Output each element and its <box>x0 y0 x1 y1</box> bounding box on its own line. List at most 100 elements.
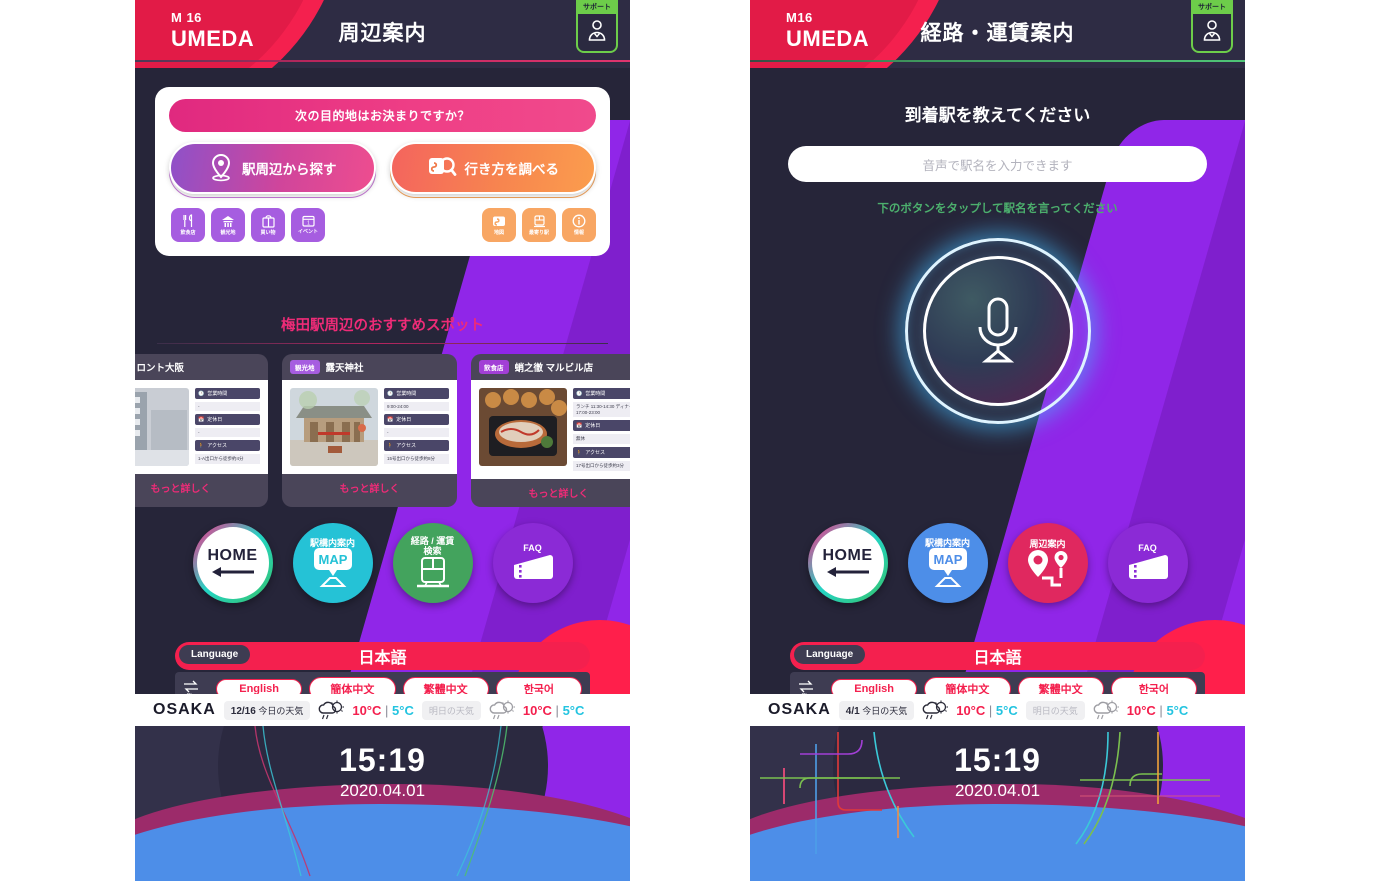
station-code: M 16 <box>171 10 202 25</box>
map-icon <box>492 215 506 228</box>
choice-pill[interactable]: 駅周辺から探す <box>169 142 376 194</box>
temp-separator: | <box>1159 702 1163 718</box>
spot-image <box>479 388 567 466</box>
spot-more-link[interactable]: もっと詳しく <box>135 474 268 502</box>
tomorrow-high: 10°C <box>522 702 552 718</box>
person-support-icon <box>1193 14 1231 46</box>
support-label: サポート <box>1193 0 1231 14</box>
nav-around-guide[interactable]: 周辺案内 <box>1007 523 1088 603</box>
info-value: ランチ 11:30-14:30 ディナー 17:00-23:00 <box>573 402 630 417</box>
nav-home[interactable]: HOME <box>808 523 888 603</box>
spot-card[interactable]: 飲食店 蛸之徹 マルビル店 🕐 営業時間 ランチ 11:30-14:30 ディナー… <box>471 354 630 507</box>
mic-button[interactable] <box>922 256 1073 406</box>
orange-category-icons: 地図 最寄り駅 情報 <box>480 208 596 242</box>
train-icon <box>533 214 546 228</box>
category-info[interactable]: 情報 <box>562 208 596 242</box>
calendar-icon: 📅 <box>387 416 394 423</box>
today-low: 5°C <box>392 702 414 718</box>
category-map[interactable]: 地図 <box>482 208 516 242</box>
nav-home[interactable]: HOME <box>193 523 273 603</box>
category-restaurant[interactable]: 飲食店 <box>171 208 205 242</box>
category-label: 最寄り駅 <box>528 229 549 236</box>
category-event[interactable]: 1 イベント <box>291 208 325 242</box>
category-shopping[interactable]: 買い物 <box>251 208 285 242</box>
info-value: 無休 <box>573 434 630 444</box>
spot-more-link[interactable]: もっと詳しく <box>471 479 630 507</box>
weather-tomorrow-temp: 10°C | 5°C <box>1127 703 1189 718</box>
info-label: 📅 定休日 <box>573 420 630 431</box>
weather-tomorrow-label: 明日の天気 <box>1032 705 1078 716</box>
walk-icon: 🚶 <box>198 442 205 449</box>
station-search-input[interactable]: 音声で駅名を入力できます <box>788 146 1207 182</box>
nav-faq[interactable]: FAQ <box>492 523 573 603</box>
info-value: 9:00-24:00 <box>384 402 449 411</box>
language-current-bar[interactable]: Language 日本語 <box>175 642 590 670</box>
nav-route-fare[interactable]: 経路 / 運賃 検索 <box>392 523 473 603</box>
clock-icon: 🕐 <box>198 390 205 397</box>
spot-name: 蛸之徹 マルビル店 <box>514 363 594 374</box>
choice-search-around-station[interactable]: 次に行く場所が決まっていない 駅周辺から探す <box>169 142 376 198</box>
destination-card: 次の目的地はお決まりですか？ 次に行く場所が決まっていない 駅周辺から探す <box>155 87 610 256</box>
nav-station-map[interactable]: 駅構内案内 MAP <box>292 523 373 603</box>
info-icon <box>572 214 586 228</box>
clock-date: 2020.04.01 <box>954 781 1041 800</box>
right-nav-row: HOME 駅構内案内 MAP 周辺案内 FAQ <box>750 523 1245 603</box>
nav-label: HOME <box>207 547 258 564</box>
map-pin-icon: MAP <box>921 548 975 588</box>
nav-faq[interactable]: FAQ <box>1107 523 1188 603</box>
info-value: 15号出口から徒歩約8分 <box>384 454 449 464</box>
temp-separator: | <box>385 702 389 718</box>
today-high: 10°C <box>956 702 986 718</box>
today-high: 10°C <box>352 702 382 718</box>
walk-icon: 🚶 <box>576 449 583 456</box>
today-low: 5°C <box>995 702 1018 718</box>
mic-button-wrap <box>750 238 1245 424</box>
language-current-bar[interactable]: Language 日本語 <box>790 642 1205 670</box>
tomorrow-low: 5°C <box>562 702 585 718</box>
weather-today-label: 今日の天気 <box>258 705 304 716</box>
nav-station-map[interactable]: 駅構内案内 MAP <box>907 523 988 603</box>
person-support-icon <box>578 14 616 46</box>
category-label: イベント <box>297 229 318 235</box>
choice-find-route[interactable]: 次に行く場所への行き方がわからない 行き方を調べる <box>389 142 596 198</box>
station-logo: M 16 UMEDA <box>171 10 254 51</box>
clock-icon: 🕐 <box>576 390 583 397</box>
weather-city: OSAKA <box>153 701 216 718</box>
rain-sun-icon <box>1093 700 1119 720</box>
temple-icon <box>221 215 235 228</box>
svg-text:1: 1 <box>307 220 310 226</box>
support-button[interactable]: サポート <box>576 0 618 53</box>
nav-caption: 駅構内案内 <box>309 537 355 548</box>
category-label: 観光地 <box>220 229 236 236</box>
info-label: 🕐 営業時間 <box>195 388 260 399</box>
info-label: 🚶 アクセス <box>195 440 260 451</box>
weather-today-temp: 10°C | 5°C <box>352 703 414 718</box>
category-label: 買い物 <box>260 229 276 236</box>
choice-label: 行き方を調べる <box>464 162 560 177</box>
station-code: M16 <box>786 10 813 25</box>
clock-display: 15:19 2020.04.01 <box>135 742 630 801</box>
tomorrow-high: 10°C <box>1126 702 1156 718</box>
weather-tomorrow-temp: 10°C | 5°C <box>523 703 585 718</box>
header-rule <box>135 60 630 62</box>
left-kiosk-panel: M 16 UMEDA 周辺案内 サポート 次の目的地はお決まりですか？ 駅周辺か… <box>135 0 630 881</box>
spot-card[interactable]: 観光地 ロント大阪 🕐営業時間 - 📅定休日 - <box>135 354 268 507</box>
calendar-icon: 📅 <box>576 422 583 429</box>
category-nearest-station[interactable]: 最寄り駅 <box>522 208 556 242</box>
info-label: 🚶 アクセス <box>573 447 630 458</box>
map-pin-icon <box>208 153 234 183</box>
spot-more-link[interactable]: もっと詳しく <box>282 474 457 502</box>
support-button[interactable]: サポート <box>1191 0 1233 53</box>
spot-card[interactable]: 観光地 露天神社 🕐 営業時間 9:00-24:00 📅 定休日 - 🚶 アクセ… <box>282 354 457 507</box>
choice-pill[interactable]: 行き方を調べる <box>389 142 596 194</box>
support-label: サポート <box>578 0 616 14</box>
rain-sun-icon <box>922 700 949 720</box>
clock-time: 15:19 <box>954 742 1041 778</box>
weather-tomorrow-label: 明日の天気 <box>428 705 474 716</box>
microphone-icon <box>968 293 1028 369</box>
category-label: 地図 <box>493 229 504 236</box>
nav-caption: FAQ <box>523 542 542 553</box>
category-sightseeing[interactable]: 観光地 <box>211 208 245 242</box>
nav-caption: FAQ <box>1138 542 1157 553</box>
weather-today-label: 今日の天気 <box>862 705 908 716</box>
